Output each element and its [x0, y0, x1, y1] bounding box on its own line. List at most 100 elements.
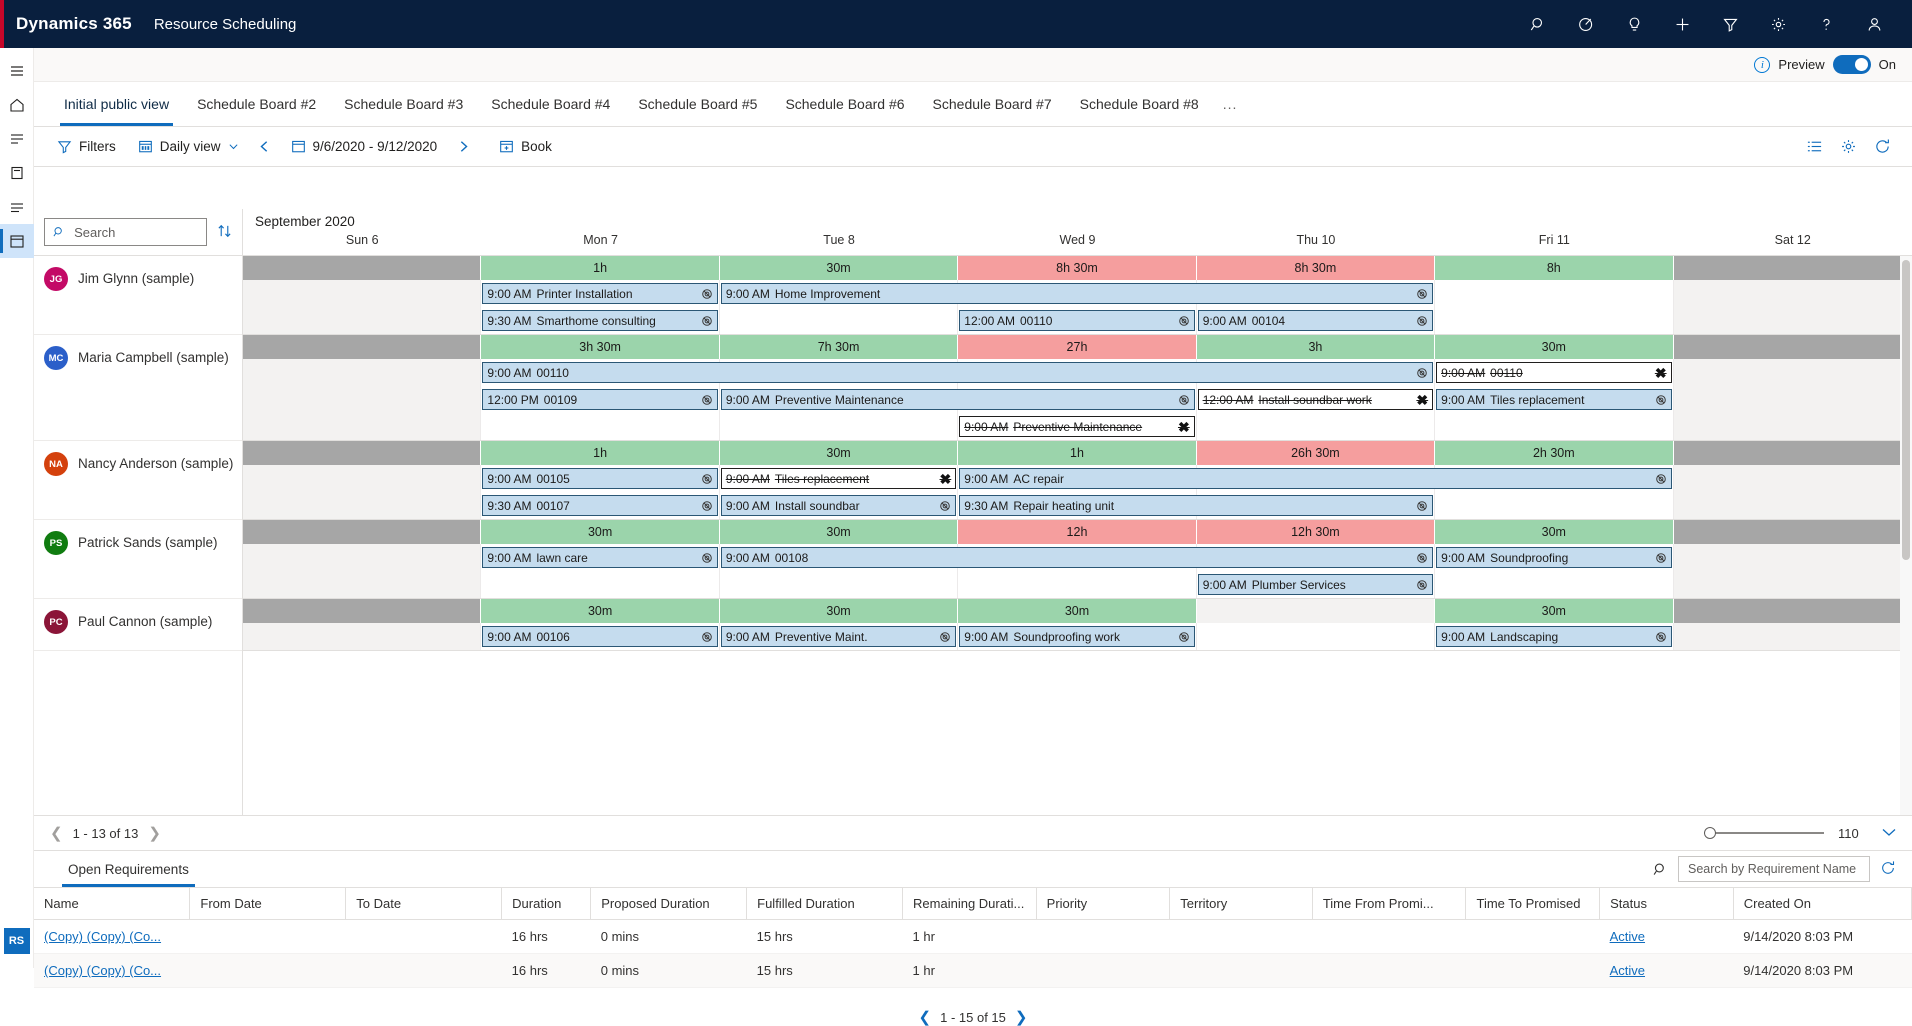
- pinned-icon[interactable]: [0, 156, 34, 190]
- zoom-slider-thumb[interactable]: [1704, 827, 1716, 839]
- conflict-icon[interactable]: [1173, 315, 1190, 327]
- booking-block[interactable]: 9:00 AM00106: [482, 626, 717, 647]
- column-header[interactable]: Remaining Durati...: [903, 888, 1037, 920]
- conflict-icon[interactable]: [1411, 315, 1428, 327]
- column-header[interactable]: To Date: [346, 888, 502, 920]
- resources-icon[interactable]: [0, 190, 34, 224]
- tab-initial-public-view[interactable]: Initial public view: [50, 82, 183, 126]
- conflict-icon[interactable]: [1173, 394, 1190, 406]
- lightbulb-icon[interactable]: [1610, 0, 1658, 48]
- table-row[interactable]: (Copy) (Copy) (Co...16 hrs0 mins15 hrs1 …: [34, 954, 1912, 988]
- booking-block[interactable]: 9:00 AMPreventive Maint.: [721, 626, 956, 647]
- filters-button[interactable]: Filters: [46, 132, 127, 162]
- conflict-icon[interactable]: [696, 500, 713, 512]
- booking-block[interactable]: 9:30 AM00107: [482, 495, 717, 516]
- column-header[interactable]: Territory: [1170, 888, 1313, 920]
- board-settings-gear-icon[interactable]: [1832, 131, 1864, 163]
- booking-block[interactable]: 9:00 AM00108: [721, 547, 1433, 568]
- conflict-icon[interactable]: [696, 288, 713, 300]
- help-question-icon[interactable]: [1802, 0, 1850, 48]
- resource-search-box[interactable]: [44, 218, 207, 246]
- filter-icon[interactable]: [1706, 0, 1754, 48]
- book-button[interactable]: Book: [488, 132, 563, 162]
- conflict-icon[interactable]: [1173, 631, 1190, 643]
- assistant-icon[interactable]: [1562, 0, 1610, 48]
- column-header[interactable]: Created On: [1733, 888, 1911, 920]
- sort-arrows-icon[interactable]: [217, 223, 232, 242]
- search-icon[interactable]: [1514, 0, 1562, 48]
- conflict-icon[interactable]: [696, 394, 713, 406]
- column-header[interactable]: Status: [1600, 888, 1734, 920]
- booking-block[interactable]: 9:00 AMSoundproofing work: [959, 626, 1194, 647]
- conflict-icon[interactable]: [696, 315, 713, 327]
- requirement-link[interactable]: (Copy) (Copy) (Co...: [44, 963, 161, 978]
- booking-block[interactable]: 9:00 AMPrinter Installation: [482, 283, 717, 304]
- status-link[interactable]: Active: [1610, 963, 1645, 978]
- booking-block[interactable]: 9:00 AMSoundproofing: [1436, 547, 1671, 568]
- booking-block[interactable]: 12:00 PM00109: [482, 389, 717, 410]
- x-icon[interactable]: ✖: [935, 472, 952, 486]
- booking-block[interactable]: 9:00 AM00104: [1198, 310, 1433, 331]
- table-row[interactable]: (Copy) (Copy) (Co...16 hrs0 mins15 hrs1 …: [34, 920, 1912, 954]
- pager-previous-icon[interactable]: ❮: [50, 824, 63, 842]
- requirement-search-box[interactable]: [1678, 856, 1870, 882]
- booking-block[interactable]: 12:00 AMInstall soundbar work✖: [1198, 389, 1433, 410]
- preview-toggle[interactable]: [1833, 55, 1871, 74]
- date-range-picker[interactable]: 9/6/2020 - 9/12/2020: [280, 132, 449, 162]
- resource-row[interactable]: NANancy Anderson (sample): [34, 441, 242, 520]
- tab-schedule-board-2[interactable]: Schedule Board #2: [183, 82, 330, 126]
- resource-row[interactable]: PSPatrick Sands (sample): [34, 520, 242, 599]
- conflict-icon[interactable]: [1650, 394, 1667, 406]
- conflict-icon[interactable]: [1411, 288, 1428, 300]
- recent-icon[interactable]: [0, 122, 34, 156]
- booking-block[interactable]: 9:00 AMPlumber Services: [1198, 574, 1433, 595]
- booking-block[interactable]: 9:00 AMAC repair: [959, 468, 1671, 489]
- booking-block[interactable]: 9:00 AMPreventive Maintenance: [721, 389, 1195, 410]
- tab-schedule-board-6[interactable]: Schedule Board #6: [771, 82, 918, 126]
- hamburger-menu-icon[interactable]: [0, 54, 34, 88]
- conflict-icon[interactable]: [696, 631, 713, 643]
- add-icon[interactable]: [1658, 0, 1706, 48]
- conflict-icon[interactable]: [696, 552, 713, 564]
- booking-block[interactable]: 9:30 AMSmarthome consulting: [482, 310, 717, 331]
- tab-schedule-board-5[interactable]: Schedule Board #5: [624, 82, 771, 126]
- booking-block[interactable]: 9:00 AMHome Improvement: [721, 283, 1433, 304]
- booking-block[interactable]: 9:00 AM00105: [482, 468, 717, 489]
- conflict-icon[interactable]: [1650, 552, 1667, 564]
- booking-block[interactable]: 9:00 AMLandscaping: [1436, 626, 1671, 647]
- booking-block[interactable]: 9:00 AM00110✖: [1436, 362, 1671, 383]
- column-header[interactable]: Priority: [1036, 888, 1170, 920]
- column-header[interactable]: Fulfilled Duration: [747, 888, 903, 920]
- booking-block[interactable]: 9:30 AMRepair heating unit: [959, 495, 1433, 516]
- column-header[interactable]: Time To Promised: [1466, 888, 1600, 920]
- tab-open-requirements[interactable]: Open Requirements: [62, 851, 195, 887]
- resource-row[interactable]: PCPaul Cannon (sample): [34, 599, 242, 651]
- booking-block[interactable]: 9:00 AMTiles replacement: [1436, 389, 1671, 410]
- collapse-panel-chevron-icon[interactable]: [1880, 825, 1898, 842]
- booking-block[interactable]: 9:00 AMInstall soundbar: [721, 495, 956, 516]
- zoom-slider[interactable]: [1704, 832, 1824, 834]
- req-pager-next-icon[interactable]: ❯: [1015, 1008, 1028, 1026]
- list-settings-icon[interactable]: [1798, 131, 1830, 163]
- conflict-icon[interactable]: [1411, 579, 1428, 591]
- column-header[interactable]: Proposed Duration: [591, 888, 747, 920]
- settings-gear-icon[interactable]: [1754, 0, 1802, 48]
- x-icon[interactable]: ✖: [1173, 420, 1190, 434]
- x-icon[interactable]: ✖: [1411, 393, 1428, 407]
- booking-block[interactable]: 9:00 AMTiles replacement✖: [721, 468, 956, 489]
- booking-block[interactable]: 9:00 AMPreventive Maintenance✖: [959, 416, 1194, 437]
- requirement-link[interactable]: (Copy) (Copy) (Co...: [44, 929, 161, 944]
- column-header[interactable]: From Date: [190, 888, 346, 920]
- booking-block[interactable]: 9:00 AM00110: [482, 362, 1433, 383]
- user-initials-badge[interactable]: RS: [4, 928, 30, 954]
- status-link[interactable]: Active: [1610, 929, 1645, 944]
- home-icon[interactable]: [0, 88, 34, 122]
- booking-block[interactable]: 9:00 AMlawn care: [482, 547, 717, 568]
- column-header[interactable]: Name: [34, 888, 190, 920]
- tab-schedule-board-3[interactable]: Schedule Board #3: [330, 82, 477, 126]
- pager-next-icon[interactable]: ❯: [148, 824, 161, 842]
- grid-vertical-scrollbar[interactable]: [1900, 256, 1912, 815]
- conflict-icon[interactable]: [1650, 473, 1667, 485]
- requirement-search-input[interactable]: [1686, 861, 1862, 877]
- tab-overflow-menu[interactable]: ...: [1213, 82, 1248, 126]
